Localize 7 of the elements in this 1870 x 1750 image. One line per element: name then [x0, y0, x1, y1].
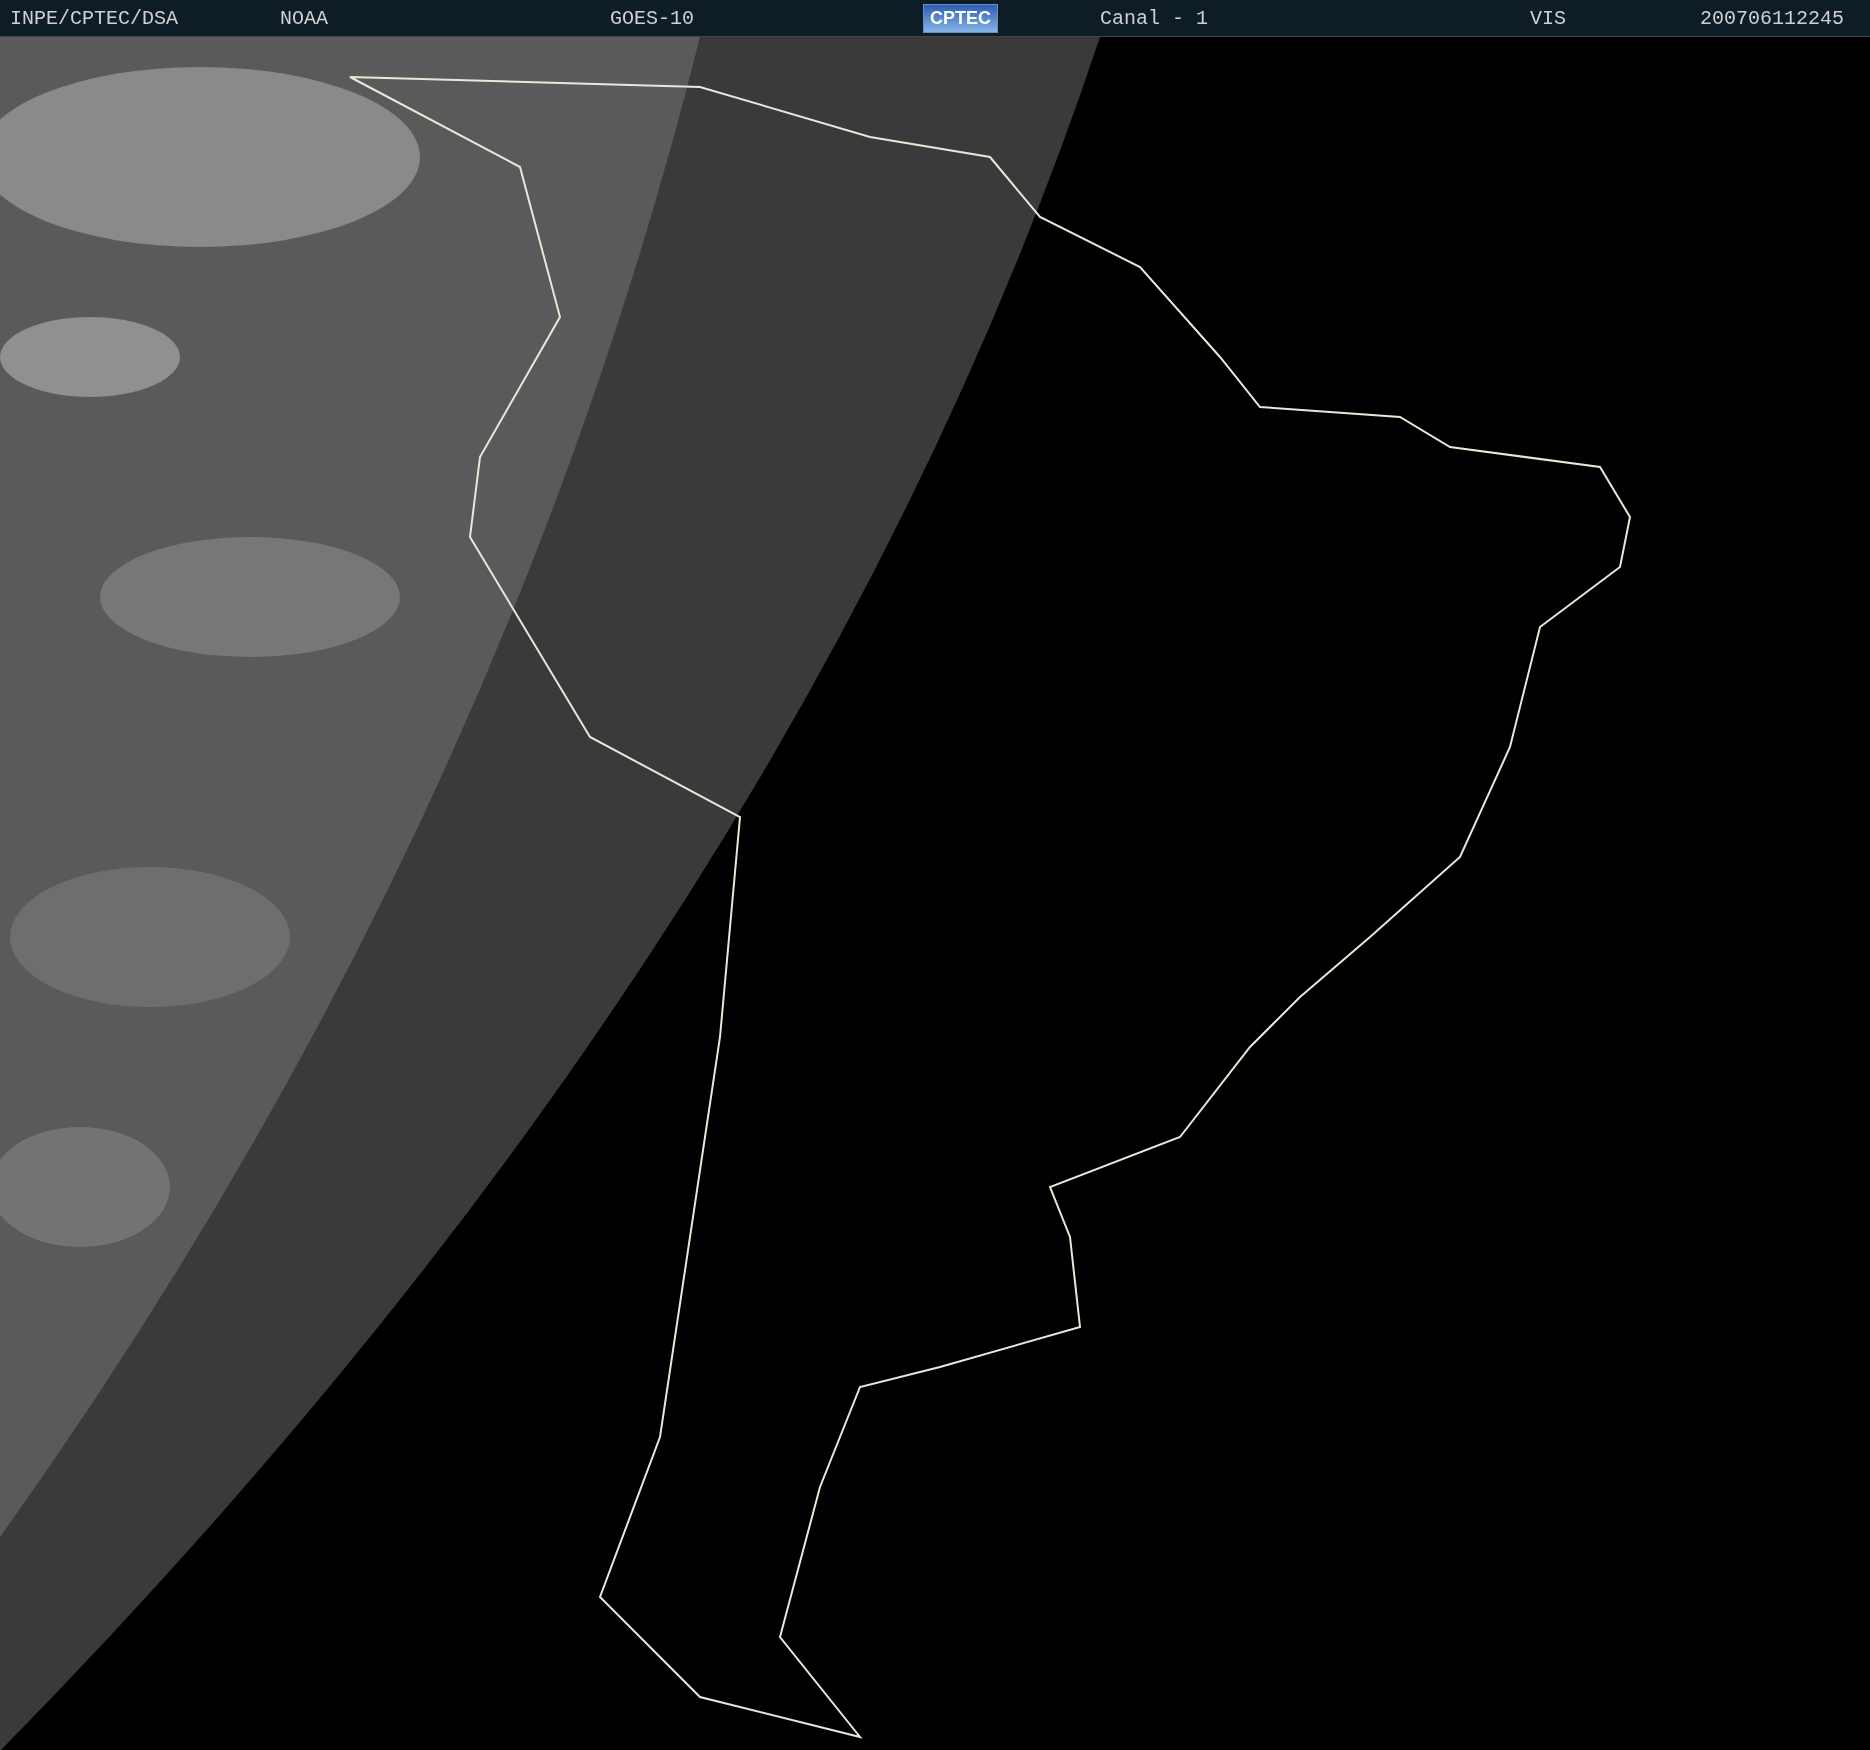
band-label: VIS — [1530, 6, 1566, 30]
satellite-label: GOES-10 — [610, 6, 694, 30]
logo: CPTEC — [923, 3, 998, 33]
timestamp-label: 200706112245 — [1700, 6, 1845, 30]
agency-label: NOAA — [280, 6, 328, 30]
source-label: INPE/CPTEC/DSA — [10, 6, 179, 30]
channel-label: Canal - 1 — [1100, 6, 1209, 30]
